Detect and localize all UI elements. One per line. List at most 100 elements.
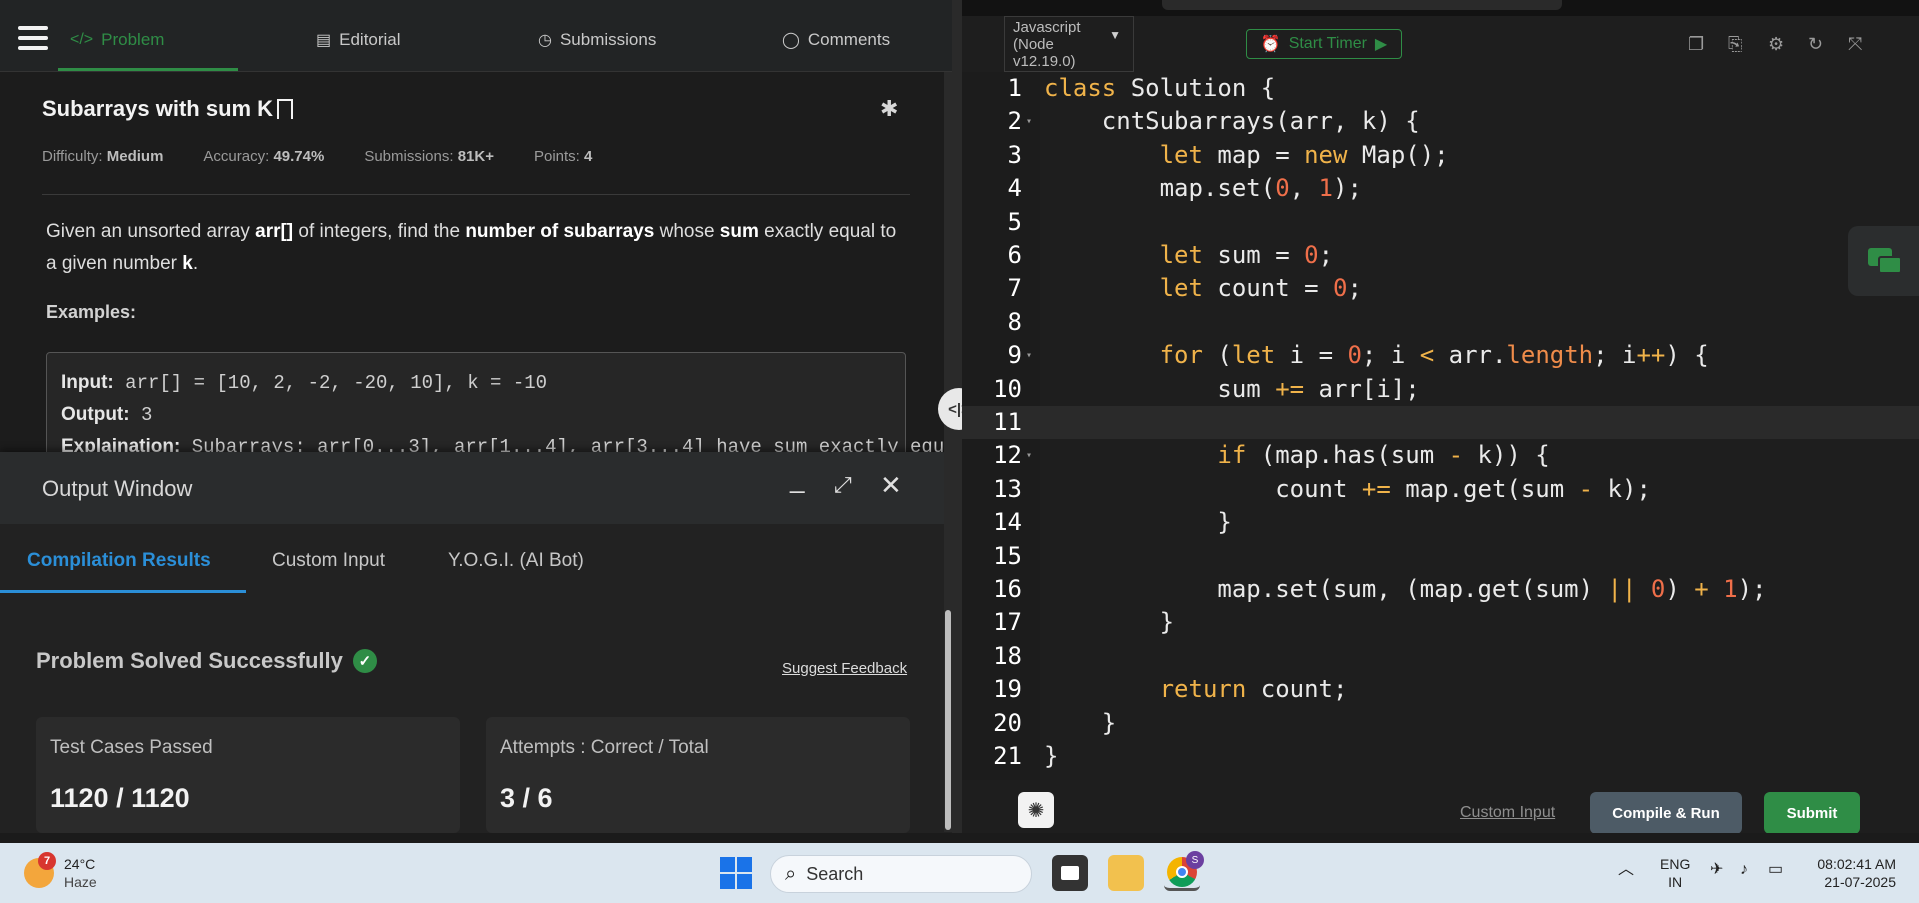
caret-down-icon: ▼ <box>1109 28 1121 42</box>
problem-title: Subarrays with sum K <box>42 96 294 122</box>
chevron-up-icon[interactable]: ︿ <box>1618 861 1634 879</box>
divider <box>42 194 910 195</box>
tab-editorial[interactable]: ▤ Editorial <box>316 30 401 50</box>
examples-heading: Examples: <box>46 302 137 322</box>
reset-icon[interactable]: ↻ <box>1808 34 1823 55</box>
export-icon[interactable]: ⎘ <box>1728 34 1742 55</box>
profile-badge: S <box>1186 851 1204 869</box>
weather-text: 24°C Haze <box>64 855 97 891</box>
taskbar-gap <box>0 833 1919 843</box>
desc-bold: k <box>182 253 193 274</box>
code-icon: </> <box>70 31 94 48</box>
language-select[interactable]: Javascript (Node v12.19.0) ▼ <box>1004 16 1134 72</box>
play-circle-icon: ▶ <box>1374 36 1388 53</box>
taskbar: 7 24°C Haze ⌕ Search S ︿ ENG IN ✈ ♪ ▭ 08 <box>0 843 1919 903</box>
alarm-icon: ⏰ <box>1260 36 1281 53</box>
code-line: 16 map.set(sum, (map.get(sum) || 0) + 1)… <box>993 575 1767 603</box>
custom-input-link[interactable]: Custom Input <box>1460 804 1555 822</box>
windows-start-icon[interactable] <box>720 857 752 889</box>
code-line: 21} <box>993 742 1059 770</box>
chat-bubble-icon[interactable] <box>1848 226 1919 296</box>
difficulty-label: Difficulty: <box>42 148 103 165</box>
output-window: Output Window _ ⤢ ✕ Compilation Results … <box>0 452 952 833</box>
problem-title-text: Subarrays with sum K <box>42 96 274 121</box>
code-line-current: 11 <box>962 406 1919 440</box>
accuracy-label: Accuracy: <box>203 148 270 165</box>
minimize-icon[interactable]: _ <box>790 464 804 495</box>
submissions-value: 81K+ <box>457 148 494 165</box>
chrome-icon[interactable]: S <box>1164 851 1204 891</box>
weather-widget[interactable]: 7 24°C Haze <box>24 852 97 891</box>
suggest-feedback-link[interactable]: Suggest Feedback <box>782 660 907 677</box>
tab-comments[interactable]: ◯ Comments <box>782 30 890 50</box>
desc-bold: number of subarrays <box>465 221 655 242</box>
start-timer-button[interactable]: ⏰ Start Timer ▶ <box>1246 29 1402 59</box>
chat-icon: ◯ <box>782 32 800 49</box>
test-cases-value: 1120 / 1120 <box>50 783 190 813</box>
accuracy: Accuracy: 49.74% <box>203 148 324 165</box>
points-label: Points: <box>533 148 580 165</box>
code-line: 12 ▾ if (map.has(sum - k)) { <box>993 441 1550 470</box>
file-explorer-icon[interactable] <box>1108 855 1144 891</box>
scrollbar-thumb[interactable] <box>945 610 951 830</box>
code-editor[interactable]: 1 class Solution { 2 ▾ cntSubarrays(arr, k… <box>962 72 1919 780</box>
tab-submissions-label: Submissions <box>559 30 657 49</box>
code-line: 19 return count; <box>993 675 1348 704</box>
submit-button[interactable]: Submit <box>1764 792 1860 834</box>
check-circle-icon: ✓ <box>352 649 377 673</box>
tab-compilation-results[interactable]: Compilation Results <box>27 550 211 572</box>
problem-description: Given an unsorted array arr[] of integer… <box>46 216 906 280</box>
system-clock[interactable]: 08:02:41 AM 21-07-2025 <box>1786 855 1896 891</box>
code-line: 10 sum += arr[i]; <box>993 374 1420 403</box>
expand-icon[interactable]: ⤢ <box>834 472 852 498</box>
explain-value: Subarrays: arr[0...3], arr[1...4], arr[3… <box>191 436 944 452</box>
bug-report-icon[interactable]: ✱ <box>880 96 898 122</box>
code-line: 9 ▾ for (let i = 0; i < arr.length; i++) … <box>1007 341 1709 370</box>
code-line: 15 <box>993 541 1022 570</box>
weather-condition: Haze <box>64 874 97 890</box>
tab-problem[interactable]: </> Problem <box>70 30 164 50</box>
taskbar-search[interactable]: ⌕ Search <box>770 855 1032 893</box>
search-placeholder: Search <box>806 863 864 884</box>
code-line: 18 <box>993 641 1022 670</box>
menu-icon[interactable] <box>18 26 48 54</box>
code-line: 3 let map = new Map(); <box>1007 140 1449 169</box>
settings-icon[interactable]: ⚙ <box>1768 34 1784 55</box>
language-indicator[interactable]: ENG IN <box>1660 855 1690 891</box>
battery-icon[interactable]: ▭ <box>1768 861 1783 879</box>
desc-text: Given an unsorted array <box>46 221 256 242</box>
language-line: v12.19.0) <box>1013 53 1076 70</box>
example-input: Input: arr[] = [10, 2, -2, -20, 10], k =… <box>61 367 891 399</box>
editor-panel: Javascript (Node v12.19.0) ▼ ⏰ Start Tim… <box>962 0 1919 834</box>
bookmark-icon[interactable] <box>277 99 294 119</box>
output-label: Output: <box>61 404 130 425</box>
search-icon: ⌕ <box>785 862 797 885</box>
volume-icon[interactable]: ♪ <box>1740 861 1748 879</box>
weather-badge: 7 <box>38 852 56 870</box>
code-line: 7 let count = 0; <box>1007 274 1362 303</box>
tab-yogi-bot[interactable]: Y.O.G.I. (AI Bot) <box>448 550 584 572</box>
code-line: 6 let sum = 0; <box>1007 241 1334 269</box>
tab-custom-input[interactable]: Custom Input <box>272 550 385 572</box>
code-line: 8 <box>1007 307 1022 336</box>
task-view-icon[interactable] <box>1052 855 1088 891</box>
document-icon: ▤ <box>316 32 332 49</box>
compile-run-button[interactable]: Compile & Run <box>1590 792 1742 834</box>
airplane-mode-icon[interactable]: ✈ <box>1710 861 1723 879</box>
fullscreen-icon[interactable]: ⤧ <box>1848 34 1862 55</box>
example-output: Output: 3 <box>61 399 891 431</box>
code-line: 2 ▾ cntSubarrays(arr, k) { <box>1007 107 1420 136</box>
tab-problem-label: Problem <box>101 30 165 49</box>
code-line: 17 } <box>993 608 1175 637</box>
code-line: 20 } <box>993 708 1117 737</box>
lightbulb-icon[interactable]: ✺ <box>1018 792 1054 828</box>
copy-icon[interactable]: ❐ <box>1688 34 1704 55</box>
close-icon[interactable]: ✕ <box>880 470 902 501</box>
example-explanation: Explaination: Subarrays: arr[0...3], arr… <box>61 431 944 452</box>
tab-submissions[interactable]: ◷ Submissions <box>538 30 656 50</box>
temperature: 24°C <box>64 856 96 872</box>
attempts-title: Attempts : Correct / Total <box>500 737 709 758</box>
input-label: Input: <box>61 372 114 393</box>
active-output-tab-indicator <box>0 590 246 593</box>
output-tabs: Compilation Results Custom Input Y.O.G.I… <box>0 524 952 594</box>
